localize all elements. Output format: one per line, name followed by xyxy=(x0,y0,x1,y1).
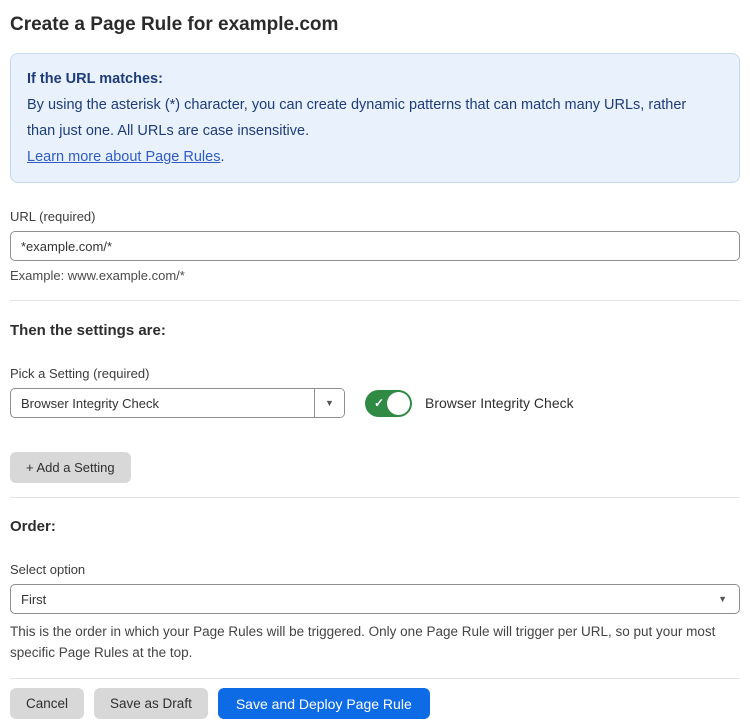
pick-setting-label: Pick a Setting (required) xyxy=(10,366,740,382)
url-input[interactable] xyxy=(10,231,740,261)
setting-select[interactable]: Browser Integrity Check ▼ xyxy=(10,388,345,418)
info-heading: If the URL matches: xyxy=(27,66,723,92)
action-buttons-row: Cancel Save as Draft Save and Deploy Pag… xyxy=(10,688,740,719)
order-section-heading: Order: xyxy=(10,517,740,536)
settings-section-heading: Then the settings are: xyxy=(10,321,740,340)
setting-select-arrow-button[interactable]: ▼ xyxy=(314,389,344,417)
order-help-text: This is the order in which your Page Rul… xyxy=(10,621,740,663)
page-title: Create a Page Rule for example.com xyxy=(10,12,740,38)
divider-after-settings xyxy=(10,497,740,498)
page-rule-form: Create a Page Rule for example.com If th… xyxy=(0,0,750,719)
info-link-line: Learn more about Page Rules. xyxy=(27,144,723,170)
url-match-info-box: If the URL matches: By using the asteris… xyxy=(10,53,740,183)
divider-after-url xyxy=(10,300,740,301)
save-as-draft-button[interactable]: Save as Draft xyxy=(94,688,208,719)
setting-row: Browser Integrity Check ▼ ✓ Browser Inte… xyxy=(10,388,740,418)
learn-more-link[interactable]: Learn more about Page Rules xyxy=(27,149,220,165)
toggle-check-icon: ✓ xyxy=(374,397,384,409)
setting-toggle[interactable]: ✓ xyxy=(365,390,412,417)
cancel-button[interactable]: Cancel xyxy=(10,688,84,719)
chevron-down-icon: ▼ xyxy=(325,399,334,408)
url-field-label: URL (required) xyxy=(10,209,740,225)
save-and-deploy-button[interactable]: Save and Deploy Page Rule xyxy=(218,688,430,719)
order-select-value: First xyxy=(21,592,718,607)
link-suffix: . xyxy=(220,149,224,165)
toggle-knob xyxy=(387,392,410,415)
chevron-down-icon: ▼ xyxy=(718,595,727,604)
add-setting-button[interactable]: + Add a Setting xyxy=(10,452,131,483)
order-select[interactable]: First ▼ xyxy=(10,584,740,614)
setting-select-value: Browser Integrity Check xyxy=(11,389,314,417)
url-example-text: Example: www.example.com/* xyxy=(10,267,740,284)
divider-before-actions xyxy=(10,678,740,679)
setting-toggle-label: Browser Integrity Check xyxy=(425,395,574,411)
info-body: By using the asterisk (*) character, you… xyxy=(27,92,717,144)
order-select-label: Select option xyxy=(10,562,740,578)
